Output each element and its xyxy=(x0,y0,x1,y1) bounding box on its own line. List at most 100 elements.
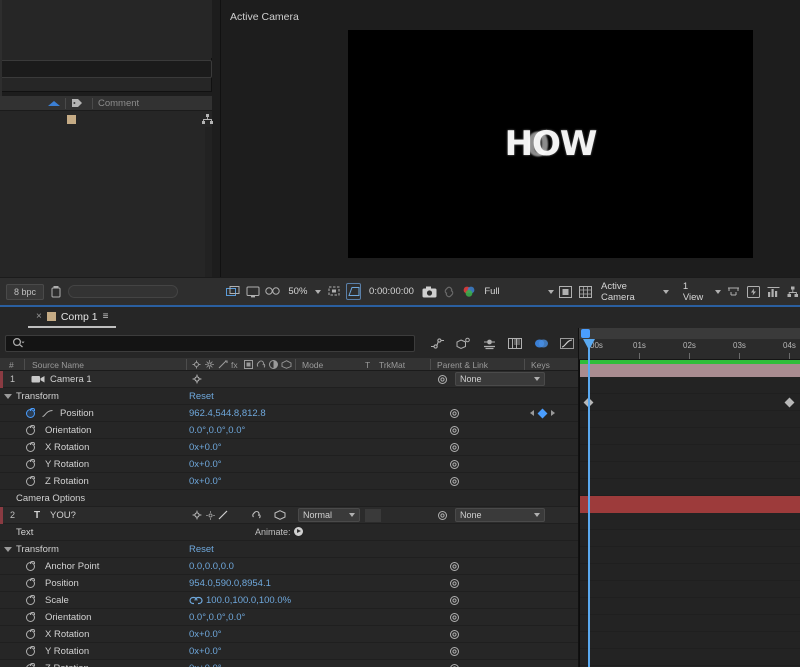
motion-blur-icon[interactable] xyxy=(481,335,497,351)
stopwatch-icon-text-orientation[interactable] xyxy=(26,613,35,622)
timeline-bars-area[interactable]: I I I I I I I I I I I I I I I I xyxy=(579,360,800,667)
view-camera-value[interactable]: Active Camera xyxy=(598,281,658,303)
toggle-mask-icon[interactable] xyxy=(246,283,261,300)
property-row-text-orientation[interactable]: Orientation 0.0°,0.0°,0.0° xyxy=(0,609,578,626)
property-row-camera-position[interactable]: Position 962.4,544.8,812.8 xyxy=(0,405,578,422)
toggle-alpha-icon[interactable] xyxy=(559,283,574,300)
switch-header-quality-icon[interactable] xyxy=(205,360,214,369)
stopwatch-icon-x-rotation[interactable] xyxy=(26,443,35,452)
transform-group-text[interactable]: Transform Reset xyxy=(0,541,578,558)
comp-flowchart-icon[interactable] xyxy=(785,283,800,300)
next-keyframe-icon[interactable] xyxy=(551,410,555,416)
column-header-trkmat[interactable]: TrkMat xyxy=(379,360,405,370)
timeline-bar-row-camera[interactable] xyxy=(579,360,800,377)
scale-link-icon[interactable] xyxy=(189,596,203,605)
property-row-camera-z-rotation[interactable]: Z Rotation 0x+0.0° xyxy=(0,473,578,490)
stopwatch-icon-position[interactable] xyxy=(26,409,35,418)
animate-label[interactable]: Animate: xyxy=(255,527,303,537)
parent-dropdown-text[interactable]: None xyxy=(455,508,545,522)
property-value-camera-y-rotation[interactable]: 0x+0.0° xyxy=(189,459,222,470)
property-pickwhip-text-x-rotation[interactable] xyxy=(449,629,460,640)
project-item-row[interactable] xyxy=(0,111,212,127)
timeline-bar-row-camera-position[interactable] xyxy=(579,394,800,411)
column-header-parent-link[interactable]: Parent & Link xyxy=(437,360,488,370)
viewer-toolbar[interactable]: 50% 0:00:00:00 Full Active Camera 1 View xyxy=(220,277,800,305)
keyframe-toggle-icon[interactable] xyxy=(538,408,548,418)
stopwatch-icon-scale[interactable] xyxy=(26,596,35,605)
tab-comp-1[interactable]: × Comp 1 ≡ xyxy=(28,307,116,328)
channel-icon[interactable] xyxy=(462,283,477,300)
switch-header-shy-icon[interactable] xyxy=(256,360,266,369)
property-value-camera-position[interactable]: 962.4,544.8,812.8 xyxy=(189,408,266,419)
view-camera-caret-icon[interactable] xyxy=(663,290,669,294)
snapshot-icon[interactable] xyxy=(422,283,437,300)
timeline-nav-handle[interactable] xyxy=(581,329,590,338)
time-ruler[interactable]: 00s 01s 02s 03s 04s xyxy=(579,339,800,360)
grid-icon[interactable] xyxy=(578,283,593,300)
stopwatch-icon-anchor-point[interactable] xyxy=(26,562,35,571)
layer-switch-collapse-icon[interactable] xyxy=(192,374,202,384)
twirl-open-icon-text[interactable] xyxy=(4,547,12,552)
reset-link-text[interactable]: Reset xyxy=(189,544,214,555)
composition-frame[interactable]: HOW 0 xyxy=(348,30,753,258)
twirl-open-icon[interactable] xyxy=(4,394,12,399)
property-value-camera-x-rotation[interactable]: 0x+0.0° xyxy=(189,442,222,453)
composition-viewer[interactable]: Active Camera HOW 0 xyxy=(220,0,800,277)
property-value-text-y-rotation[interactable]: 0x+0.0° xyxy=(189,646,222,657)
column-header-source-name[interactable]: Source Name xyxy=(32,360,84,370)
property-row-camera-y-rotation[interactable]: Y Rotation 0x+0.0° xyxy=(0,456,578,473)
previous-keyframe-icon[interactable] xyxy=(530,410,534,416)
property-value-text-z-rotation[interactable]: 0x+0.0° xyxy=(189,663,222,667)
parent-pickwhip-text[interactable] xyxy=(437,510,448,521)
property-value-text-x-rotation[interactable]: 0x+0.0° xyxy=(189,629,222,640)
layer-row-text[interactable]: 2 T YOU? Normal xyxy=(0,507,578,524)
text-group-row[interactable]: Text Animate: xyxy=(0,524,578,541)
switch-header-frameblend-icon[interactable] xyxy=(269,360,278,369)
close-icon[interactable]: × xyxy=(36,311,42,322)
timeline-chart-icon[interactable] xyxy=(766,283,781,300)
property-pickwhip-x-rotation[interactable] xyxy=(449,442,460,453)
layer-switch-collapse-icon-text[interactable] xyxy=(192,510,202,520)
keyframe-marker[interactable] xyxy=(785,398,795,408)
parent-pickwhip-camera[interactable] xyxy=(437,374,448,385)
property-pickwhip-position[interactable] xyxy=(449,408,460,419)
magnification-value[interactable]: 50% xyxy=(285,286,310,297)
property-value-text-position[interactable]: 954.0,590.0,8954.1 xyxy=(189,578,271,589)
property-row-camera-orientation[interactable]: Orientation 0.0°,0.0°,0.0° xyxy=(0,422,578,439)
magnification-caret-icon[interactable] xyxy=(315,290,321,294)
current-timecode[interactable]: 0:00:00:00 xyxy=(366,286,417,297)
resolution-value[interactable]: Full xyxy=(481,286,502,297)
property-pickwhip-z-rotation[interactable] xyxy=(449,476,460,487)
draft-3d-icon[interactable] xyxy=(726,283,741,300)
column-header-t[interactable]: T xyxy=(365,360,370,370)
3d-view-icon[interactable] xyxy=(265,283,280,300)
property-row-text-y-rotation[interactable]: Y Rotation 0x+0.0° xyxy=(0,643,578,660)
project-comment-column-label[interactable]: Comment xyxy=(98,98,139,109)
fast-previews-icon[interactable] xyxy=(746,283,761,300)
layer-switch-quality-icon[interactable] xyxy=(206,511,215,520)
bit-depth-button[interactable]: 8 bpc xyxy=(6,284,44,300)
3d-renderer-icon[interactable] xyxy=(455,335,471,351)
layer-switch-effects-icon[interactable] xyxy=(218,510,229,520)
sort-arrow-icon[interactable] xyxy=(48,101,60,106)
property-value-scale[interactable]: 100.0,100.0,100.0% xyxy=(206,595,291,606)
stopwatch-icon-z-rotation[interactable] xyxy=(26,477,35,486)
timeline-zoom-navigator[interactable] xyxy=(579,328,800,339)
layer-duration-bar-text[interactable] xyxy=(579,496,800,513)
property-pickwhip-anchor-point[interactable] xyxy=(449,561,460,572)
layer-switch-shy-icon[interactable] xyxy=(251,510,262,520)
stopwatch-icon-text-position[interactable] xyxy=(26,579,35,588)
reset-link-camera[interactable]: Reset xyxy=(189,391,214,402)
column-header-number[interactable]: # xyxy=(9,360,14,370)
project-scrollbar[interactable] xyxy=(205,127,212,277)
switch-header-adjustment-icon[interactable] xyxy=(244,360,253,369)
column-header-keys[interactable]: Keys xyxy=(531,360,550,370)
layer-name-text[interactable]: YOU? xyxy=(50,510,76,521)
property-pickwhip-text-y-rotation[interactable] xyxy=(449,646,460,657)
view-layout-caret-icon[interactable] xyxy=(715,290,721,294)
stopwatch-icon-text-x-rotation[interactable] xyxy=(26,630,35,639)
property-value-anchor-point[interactable]: 0.0,0.0,0.0 xyxy=(189,561,234,572)
stopwatch-icon-y-rotation[interactable] xyxy=(26,460,35,469)
transform-group-camera[interactable]: Transform Reset xyxy=(0,388,578,405)
region-of-interest-icon[interactable] xyxy=(326,283,341,300)
